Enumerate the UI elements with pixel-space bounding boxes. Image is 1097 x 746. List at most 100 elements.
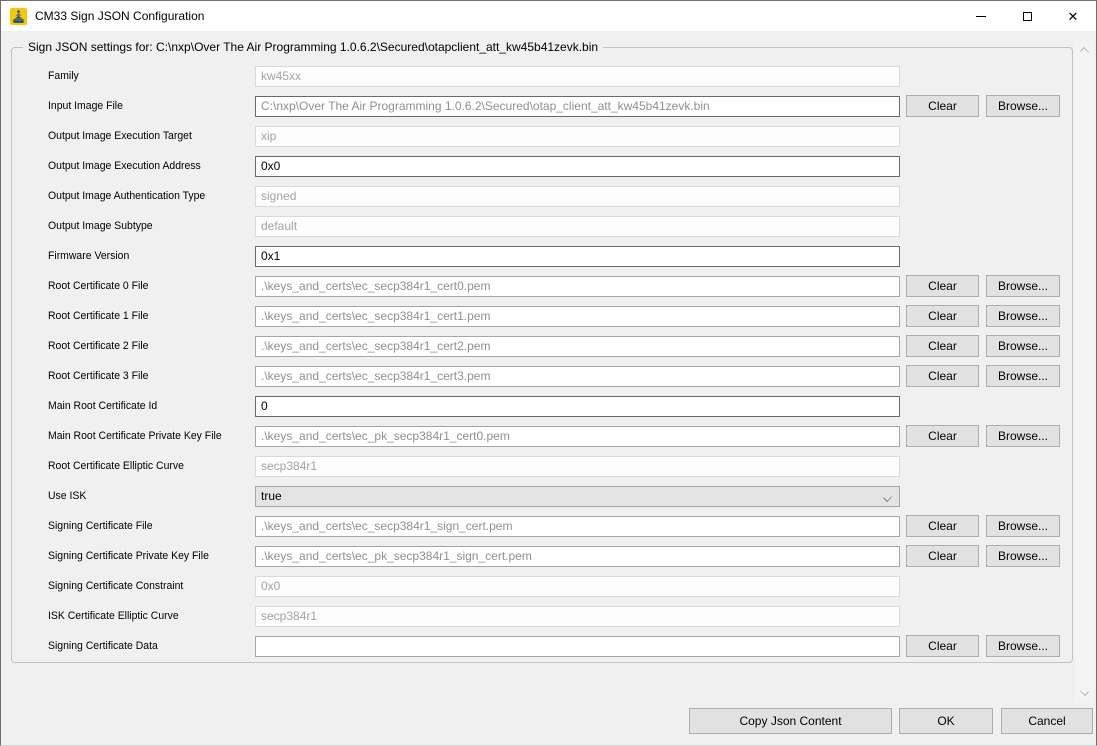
field-label: Root Certificate 2 File [48,340,245,352]
browse-button[interactable]: Browse... [986,305,1060,327]
field-label: Output Image Subtype [48,220,245,232]
field-input-root-certificate-3-file[interactable] [255,366,900,387]
field-label: Firmware Version [48,250,245,262]
field-label: Root Certificate 0 File [48,280,245,292]
maximize-button[interactable] [1004,1,1050,31]
field-buttons: Clear Browse... [906,515,1060,537]
field-label: ISK Certificate Elliptic Curve [48,610,245,622]
form-row-root-certificate-3-file: Root Certificate 3 File Clear Browse... [12,361,1072,391]
browse-button[interactable]: Browse... [986,335,1060,357]
browse-button[interactable]: Browse... [986,545,1060,567]
field-label: Output Image Execution Address [48,160,245,172]
browse-button[interactable]: Browse... [986,275,1060,297]
field-input-root-certificate-0-file[interactable] [255,276,900,297]
clear-button[interactable]: Clear [906,335,979,357]
field-input-firmware-version[interactable] [255,246,900,267]
field-label: Root Certificate Elliptic Curve [48,460,245,472]
window-controls: ✕ [958,1,1096,31]
minimize-button[interactable] [958,1,1004,31]
form-row-signing-certificate-private-key-file: Signing Certificate Private Key File Cle… [12,541,1072,571]
form-row-root-certificate-2-file: Root Certificate 2 File Clear Browse... [12,331,1072,361]
field-input-input-image-file[interactable] [255,96,900,117]
field-label: Output Image Execution Target [48,130,245,142]
window-title: CM33 Sign JSON Configuration [35,9,204,23]
field-label: Main Root Certificate Id [48,400,245,412]
field-input-signing-certificate-file[interactable] [255,516,900,537]
field-input-output-image-execution-target [255,126,900,147]
field-label: Main Root Certificate Private Key File [48,430,245,442]
field-input-output-image-authentication-type [255,186,900,207]
form-row-root-certificate-elliptic-curve: Root Certificate Elliptic Curve [12,451,1072,481]
form-row-main-root-certificate-id: Main Root Certificate Id [12,391,1072,421]
form-row-family: Family [12,61,1072,91]
form-row-output-image-subtype: Output Image Subtype [12,211,1072,241]
field-buttons: Clear Browse... [906,635,1060,657]
sign-json-settings-group: Sign JSON settings for: C:\nxp\Over The … [11,47,1073,663]
browse-button[interactable]: Browse... [986,425,1060,447]
form-row-root-certificate-0-file: Root Certificate 0 File Clear Browse... [12,271,1072,301]
browse-button[interactable]: Browse... [986,95,1060,117]
title-bar: CM33 Sign JSON Configuration ✕ [1,1,1096,31]
field-input-main-root-certificate-id[interactable] [255,396,900,417]
browse-button[interactable]: Browse... [986,635,1060,657]
field-buttons: Clear Browse... [906,305,1060,327]
clear-button[interactable]: Clear [906,365,979,387]
field-input-root-certificate-2-file[interactable] [255,336,900,357]
field-input-signing-certificate-private-key-file[interactable] [255,546,900,567]
dialog-client-area: Sign JSON settings for: C:\nxp\Over The … [1,31,1096,745]
browse-button[interactable]: Browse... [986,515,1060,537]
ok-button[interactable]: OK [899,708,993,734]
form-row-output-image-execution-address: Output Image Execution Address [12,151,1072,181]
scroll-up-button[interactable] [1081,48,1089,56]
form-row-main-root-certificate-private-key-file: Main Root Certificate Private Key File C… [12,421,1072,451]
form-row-root-certificate-1-file: Root Certificate 1 File Clear Browse... [12,301,1072,331]
field-label: Root Certificate 3 File [48,370,245,382]
clear-button[interactable]: Clear [906,635,979,657]
close-button[interactable]: ✕ [1050,1,1096,31]
scroll-down-button[interactable] [1081,688,1089,696]
app-icon [10,8,27,25]
field-label: Signing Certificate File [48,520,245,532]
field-label: Family [48,70,245,82]
field-buttons: Clear Browse... [906,425,1060,447]
clear-button[interactable]: Clear [906,545,979,567]
chevron-up-icon [1080,47,1089,56]
field-buttons: Clear Browse... [906,335,1060,357]
field-buttons: Clear Browse... [906,275,1060,297]
form-row-signing-certificate-constraint: Signing Certificate Constraint [12,571,1072,601]
field-label: Use ISK [48,490,245,502]
form-row-use-isk: Use ISK [12,481,1072,511]
field-input-use-isk[interactable] [255,486,900,507]
group-legend: Sign JSON settings for: C:\nxp\Over The … [23,40,603,54]
minimize-icon [976,16,986,17]
field-input-root-certificate-elliptic-curve [255,456,900,477]
field-label: Signing Certificate Private Key File [48,550,245,562]
clear-button[interactable]: Clear [906,425,979,447]
field-input-output-image-execution-address[interactable] [255,156,900,177]
form-rows: Family Input Image File Clear Browse... … [12,61,1072,661]
clear-button[interactable]: Clear [906,275,979,297]
browse-button[interactable]: Browse... [986,365,1060,387]
field-input-root-certificate-1-file[interactable] [255,306,900,327]
clear-button[interactable]: Clear [906,305,979,327]
field-input-signing-certificate-data[interactable] [255,636,900,657]
clear-button[interactable]: Clear [906,515,979,537]
field-label: Root Certificate 1 File [48,310,245,322]
copy-json-content-button[interactable]: Copy Json Content [689,708,892,734]
form-row-output-image-authentication-type: Output Image Authentication Type [12,181,1072,211]
cancel-button[interactable]: Cancel [1001,708,1093,734]
form-row-isk-certificate-elliptic-curve: ISK Certificate Elliptic Curve [12,601,1072,631]
field-label: Signing Certificate Constraint [48,580,245,592]
field-label: Signing Certificate Data [48,640,245,652]
field-input-family [255,66,900,87]
field-input-main-root-certificate-private-key-file[interactable] [255,426,900,447]
vertical-scrollbar[interactable] [1075,41,1094,703]
field-label: Output Image Authentication Type [48,190,245,202]
form-row-output-image-execution-target: Output Image Execution Target [12,121,1072,151]
field-input-isk-certificate-elliptic-curve [255,606,900,627]
clear-button[interactable]: Clear [906,95,979,117]
form-row-signing-certificate-file: Signing Certificate File Clear Browse... [12,511,1072,541]
field-input-signing-certificate-constraint [255,576,900,597]
form-row-signing-certificate-data: Signing Certificate Data Clear Browse... [12,631,1072,661]
field-buttons: Clear Browse... [906,545,1060,567]
